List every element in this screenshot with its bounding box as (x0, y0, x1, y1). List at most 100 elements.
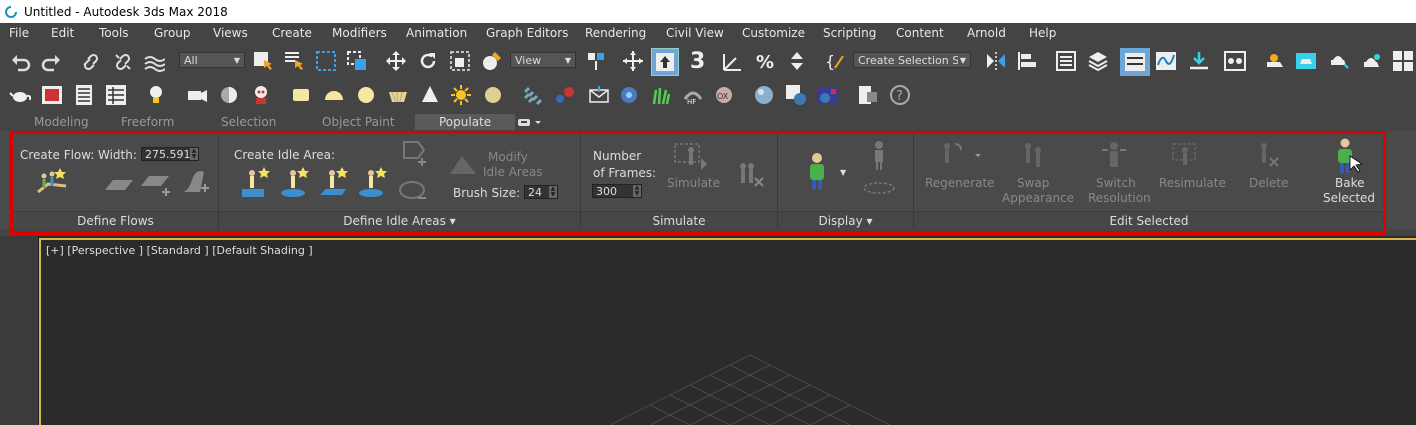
edit-selected-footer[interactable]: Edit Selected (914, 211, 1384, 230)
reference-coordinate-dropdown[interactable]: View ▼ (510, 52, 576, 68)
display-footer[interactable]: Display ▾ (778, 211, 913, 230)
resimulate-icon[interactable] (1171, 140, 1203, 172)
move-icon[interactable] (385, 50, 407, 72)
edit-named-selection-icon[interactable]: { (825, 50, 847, 72)
display-dropdown-chevron-icon[interactable]: ▼ (840, 168, 846, 177)
menu-civil-view[interactable]: Civil View (666, 26, 724, 40)
envelope-icon[interactable] (588, 84, 610, 106)
material-viewer-icon[interactable] (785, 84, 807, 106)
help-icon[interactable]: ? (889, 84, 911, 106)
align-icon[interactable] (1016, 50, 1038, 72)
menu-file[interactable]: File (9, 26, 29, 40)
display-person-icon[interactable] (803, 152, 831, 192)
link-icon[interactable] (80, 51, 102, 73)
schematic-view-icon[interactable] (1188, 50, 1210, 72)
sphere-light-icon[interactable] (218, 84, 240, 106)
idle-area-free-icon[interactable] (318, 165, 350, 199)
hemisphere-icon[interactable] (323, 84, 345, 106)
placement-icon[interactable] (481, 50, 503, 72)
layer-explorer-icon[interactable] (1087, 50, 1109, 72)
scale-icon[interactable] (449, 50, 471, 72)
molecule-icon[interactable] (554, 84, 576, 106)
tab-populate[interactable]: Populate (415, 114, 516, 130)
rendered-frame-window-icon[interactable] (1295, 50, 1317, 72)
bake-selected-icon[interactable] (1332, 138, 1362, 174)
tab-object-paint[interactable]: Object Paint (322, 115, 395, 129)
selection-filter-dropdown[interactable]: All ▼ (179, 52, 245, 68)
rectangular-selection-icon[interactable] (315, 50, 337, 72)
idle-area-paint-icon[interactable] (357, 165, 389, 199)
light-bulb-icon[interactable] (145, 84, 167, 106)
character-icon[interactable] (250, 84, 272, 106)
unlink-icon[interactable] (112, 51, 134, 73)
simulate-icon[interactable] (673, 140, 709, 174)
track-view-icon[interactable] (105, 84, 127, 106)
batch-render-icon[interactable] (857, 84, 879, 106)
geosphere-icon[interactable] (387, 84, 409, 106)
menu-scripting[interactable]: Scripting (823, 26, 876, 40)
adjoining-flow-icon[interactable] (103, 172, 135, 194)
percent-snap-icon[interactable]: % (755, 50, 777, 72)
pivot-center-icon[interactable] (585, 50, 607, 72)
frames-spinner[interactable]: 300 ▲ ▼ (592, 184, 642, 198)
menu-customize[interactable]: Customize (742, 26, 805, 40)
menu-rendering[interactable]: Rendering (585, 26, 646, 40)
particle-icon[interactable] (522, 84, 544, 106)
mirror-icon[interactable] (985, 50, 1007, 72)
display-idle-area-icon[interactable] (862, 180, 896, 196)
toggle-ribbon-button[interactable] (1120, 48, 1150, 76)
tab-modeling[interactable]: Modeling (34, 115, 89, 129)
idle-area-circle-icon[interactable] (279, 165, 311, 199)
render-iterative-icon[interactable] (41, 84, 63, 106)
menu-modifiers[interactable]: Modifiers (332, 26, 387, 40)
tab-selection[interactable]: Selection (221, 115, 276, 129)
plane-object-icon[interactable] (290, 84, 312, 106)
display-wireframe-person-icon[interactable] (868, 140, 890, 170)
brush-size-spinner[interactable]: 24 ▲ ▼ (524, 185, 558, 199)
cone-icon[interactable] (419, 84, 441, 106)
idle-area-rect-icon[interactable] (240, 165, 272, 199)
menu-group[interactable]: Group (154, 26, 191, 40)
menu-create[interactable]: Create (272, 26, 312, 40)
modify-idle-areas-icon[interactable] (448, 152, 478, 178)
select-manipulate-icon[interactable] (622, 50, 644, 72)
add-idle-shape-icon[interactable] (398, 140, 430, 168)
snap-toggle-icon[interactable]: 3 (690, 49, 705, 74)
menu-arnold[interactable]: Arnold (967, 26, 1006, 40)
subtract-idle-shape-icon[interactable] (398, 176, 430, 204)
add-flow-icon[interactable] (139, 172, 175, 196)
spreadsheet-icon[interactable] (73, 84, 95, 106)
curve-editor-icon[interactable] (1155, 50, 1177, 72)
render-production-icon[interactable] (1327, 50, 1349, 72)
width-spinner[interactable]: 275.591 ▲ ▼ (141, 147, 199, 161)
scene-explorer-icon[interactable] (1055, 50, 1077, 72)
regenerate-icon[interactable] (937, 140, 981, 172)
rotate-icon[interactable] (417, 50, 439, 72)
menu-help[interactable]: Help (1029, 26, 1056, 40)
select-by-name-icon[interactable] (283, 50, 305, 72)
a360-gallery-icon[interactable] (1392, 50, 1414, 72)
define-flows-footer[interactable]: Define Flows (13, 211, 218, 230)
texture-ball-icon[interactable]: OX (713, 84, 735, 106)
window-crossing-icon[interactable] (346, 50, 368, 72)
grass-icon[interactable] (650, 84, 672, 106)
define-idle-areas-footer[interactable]: Define Idle Areas ▾ (219, 211, 580, 230)
swap-appearance-icon[interactable] (1018, 140, 1050, 172)
simulate-footer[interactable]: Simulate (581, 211, 777, 230)
gear-flower-icon[interactable] (618, 84, 640, 106)
menu-animation[interactable]: Animation (406, 26, 467, 40)
add-curved-flow-icon[interactable] (180, 170, 212, 196)
sphere-object-icon[interactable] (355, 84, 377, 106)
tab-freeform[interactable]: Freeform (121, 115, 174, 129)
bind-space-warp-icon[interactable] (143, 51, 165, 73)
undo-icon[interactable] (10, 51, 32, 73)
menu-views[interactable]: Views (213, 26, 248, 40)
menu-tools[interactable]: Tools (99, 26, 129, 40)
render-cloud-icon[interactable] (1360, 50, 1382, 72)
teapot-icon[interactable] (9, 84, 31, 106)
spinner-snap-icon[interactable] (786, 50, 808, 72)
menu-graph-editors[interactable]: Graph Editors (486, 26, 568, 40)
active-shade-icon[interactable] (753, 84, 775, 106)
menu-content[interactable]: Content (896, 26, 944, 40)
delete-simulation-icon[interactable] (733, 160, 765, 190)
